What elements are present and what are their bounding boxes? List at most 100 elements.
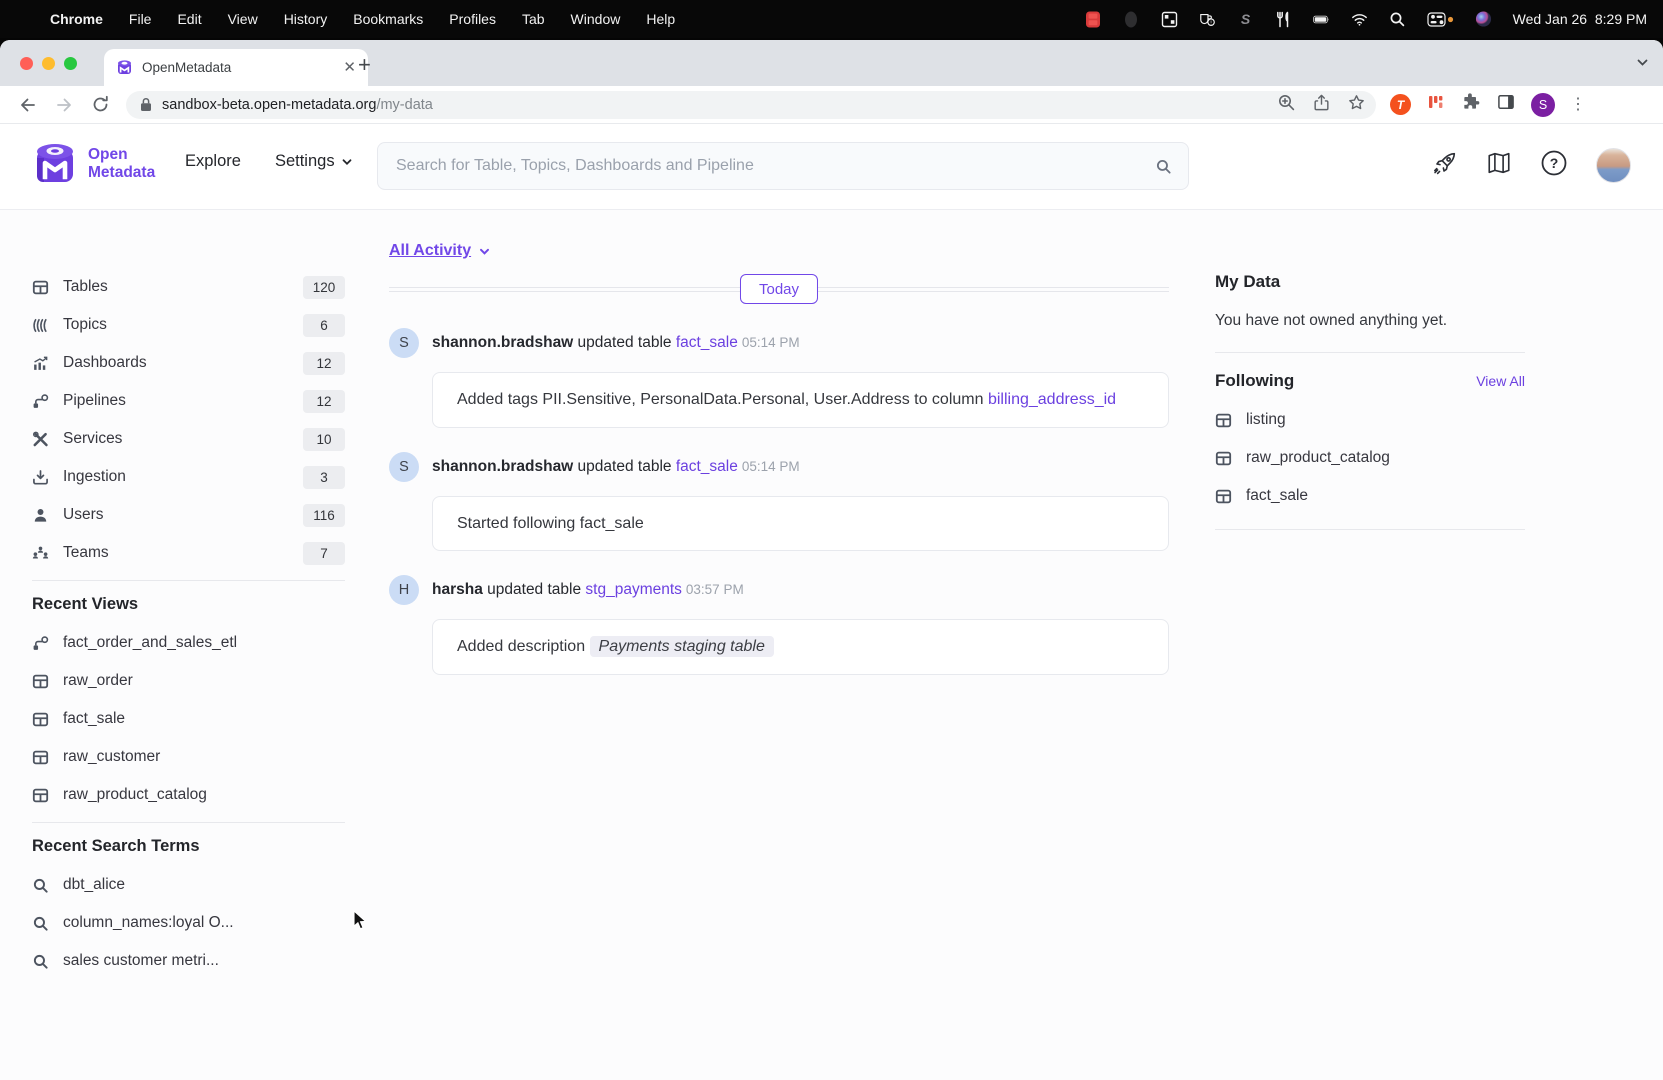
extension-t-icon[interactable]: T bbox=[1390, 94, 1411, 115]
side-panel-icon[interactable] bbox=[1496, 92, 1516, 117]
openmetadata-logo-icon bbox=[32, 141, 78, 187]
mic-status-icon[interactable] bbox=[1123, 11, 1140, 28]
entity-link[interactable]: fact_sale bbox=[676, 458, 738, 475]
feed-item-header: harsha updated table stg_payments03:57 P… bbox=[432, 581, 744, 599]
menu-bookmarks[interactable]: Bookmarks bbox=[353, 11, 423, 27]
browser-window: OpenMetadata ✕ + sandbox-beta.open-metad… bbox=[0, 40, 1663, 1080]
menu-edit[interactable]: Edit bbox=[177, 11, 201, 27]
share-icon[interactable] bbox=[1312, 93, 1331, 117]
back-button[interactable] bbox=[13, 90, 43, 120]
help-icon[interactable]: ? bbox=[1540, 149, 1568, 182]
screen-recorder-icon[interactable] bbox=[1085, 11, 1102, 28]
recent-search-item[interactable]: column_names:loyal O... bbox=[32, 904, 345, 942]
docker-status-icon[interactable]: ! bbox=[1199, 11, 1216, 28]
new-tab-button[interactable]: + bbox=[358, 54, 371, 76]
bookmark-star-icon[interactable] bbox=[1347, 93, 1366, 117]
recent-view-item[interactable]: raw_customer bbox=[32, 738, 345, 776]
recent-search-title: Recent Search Terms bbox=[32, 837, 345, 856]
address-bar[interactable]: sandbox-beta.open-metadata.org/my-data bbox=[126, 91, 1376, 119]
sidebar-item-ingestion[interactable]: Ingestion 3 bbox=[32, 458, 345, 496]
entity-link[interactable]: fact_sale bbox=[676, 334, 738, 351]
user-avatar[interactable] bbox=[1596, 148, 1631, 183]
feed-card[interactable]: Added description Payments staging table bbox=[432, 619, 1169, 675]
menu-view[interactable]: View bbox=[228, 11, 258, 27]
menu-tab[interactable]: Tab bbox=[522, 11, 545, 27]
sidebar-item-label: Users bbox=[63, 506, 103, 524]
browser-tab[interactable]: OpenMetadata ✕ bbox=[104, 49, 368, 86]
recent-views-title: Recent Views bbox=[32, 595, 345, 614]
view-all-link[interactable]: View All bbox=[1476, 373, 1525, 389]
utilities-icon[interactable] bbox=[1275, 11, 1292, 28]
zoom-page-icon[interactable] bbox=[1277, 93, 1296, 117]
recent-view-item[interactable]: fact_sale bbox=[32, 700, 345, 738]
extension-stripes-icon[interactable] bbox=[1426, 92, 1446, 117]
sidebar-item-teams[interactable]: Teams 7 bbox=[32, 534, 345, 572]
reload-button[interactable] bbox=[85, 90, 115, 120]
recent-search-label: dbt_alice bbox=[63, 876, 125, 894]
feed-filter-dropdown[interactable]: All Activity bbox=[389, 240, 1169, 262]
s-app-icon[interactable]: S bbox=[1237, 11, 1254, 28]
feed-card[interactable]: Started following fact_sale bbox=[432, 496, 1169, 552]
recent-view-item[interactable]: raw_product_catalog bbox=[32, 776, 345, 814]
teams-icon bbox=[32, 545, 49, 562]
following-item[interactable]: listing bbox=[1215, 401, 1525, 439]
menu-profiles[interactable]: Profiles bbox=[449, 11, 496, 27]
extensions-puzzle-icon[interactable] bbox=[1461, 92, 1481, 117]
menu-history[interactable]: History bbox=[284, 11, 328, 27]
window-manager-icon[interactable] bbox=[1161, 11, 1178, 28]
table-icon bbox=[32, 711, 49, 728]
battery-icon[interactable] bbox=[1313, 11, 1330, 28]
browser-profile-avatar[interactable]: S bbox=[1531, 93, 1555, 117]
siri-icon[interactable] bbox=[1475, 11, 1492, 28]
following-item[interactable]: raw_product_catalog bbox=[1215, 439, 1525, 477]
right-panel-divider bbox=[1215, 529, 1525, 530]
global-search-input[interactable] bbox=[394, 156, 1155, 176]
avatar[interactable]: S bbox=[389, 328, 419, 358]
following-item[interactable]: fact_sale bbox=[1215, 477, 1525, 515]
sidebar-item-topics[interactable]: Topics 6 bbox=[32, 306, 345, 344]
tab-search-chevron-icon[interactable] bbox=[1636, 56, 1649, 74]
openmetadata-logo[interactable]: Open Metadata bbox=[32, 141, 155, 187]
tour-map-icon[interactable] bbox=[1486, 150, 1512, 181]
control-center-icon[interactable] bbox=[1427, 11, 1454, 28]
url-text[interactable]: sandbox-beta.open-metadata.org/my-data bbox=[162, 97, 433, 113]
count-badge: 10 bbox=[303, 428, 345, 451]
minimize-window-button[interactable] bbox=[42, 57, 55, 70]
nav-settings[interactable]: Settings bbox=[275, 152, 353, 171]
sidebar-item-users[interactable]: Users 116 bbox=[32, 496, 345, 534]
sidebar-item-label: Topics bbox=[63, 316, 107, 334]
column-link[interactable]: billing_address_id bbox=[988, 391, 1116, 408]
whats-new-rocket-icon[interactable] bbox=[1432, 150, 1458, 181]
nav-explore[interactable]: Explore bbox=[185, 152, 241, 171]
forward-button[interactable] bbox=[49, 90, 79, 120]
avatar[interactable]: H bbox=[389, 575, 419, 605]
menubar-clock[interactable]: Wed Jan 26 8:29 PM bbox=[1513, 11, 1647, 27]
sidebar-item-tables[interactable]: Tables 120 bbox=[32, 268, 345, 306]
maximize-window-button[interactable] bbox=[64, 57, 77, 70]
tab-close-icon[interactable]: ✕ bbox=[343, 60, 356, 75]
sidebar-item-services[interactable]: Services 10 bbox=[32, 420, 345, 458]
avatar[interactable]: S bbox=[389, 452, 419, 482]
menu-window[interactable]: Window bbox=[571, 11, 621, 27]
wifi-icon[interactable] bbox=[1351, 11, 1368, 28]
menubar-app-name[interactable]: Chrome bbox=[50, 11, 103, 27]
menu-help[interactable]: Help bbox=[646, 11, 675, 27]
recent-view-item[interactable]: raw_order bbox=[32, 662, 345, 700]
close-window-button[interactable] bbox=[20, 57, 33, 70]
search-icon[interactable] bbox=[1155, 158, 1172, 175]
recent-view-item[interactable]: fact_order_and_sales_etl bbox=[32, 624, 345, 662]
top-nav: Explore Settings bbox=[185, 152, 353, 171]
global-search bbox=[377, 142, 1189, 190]
spotlight-icon[interactable] bbox=[1389, 11, 1406, 28]
sidebar-item-pipelines[interactable]: Pipelines 12 bbox=[32, 382, 345, 420]
menu-file[interactable]: File bbox=[129, 11, 152, 27]
feed-card[interactable]: Added tags PII.Sensitive, PersonalData.P… bbox=[432, 372, 1169, 428]
my-data-empty-text: You have not owned anything yet. bbox=[1215, 312, 1525, 330]
recent-search-item[interactable]: sales customer metri... bbox=[32, 942, 345, 980]
sidebar-item-dashboards[interactable]: Dashboards 12 bbox=[32, 344, 345, 382]
chevron-down-icon bbox=[341, 156, 353, 168]
recent-search-item[interactable]: dbt_alice bbox=[32, 866, 345, 904]
browser-menu-icon[interactable]: ⋮ bbox=[1570, 103, 1576, 107]
entity-link[interactable]: stg_payments bbox=[585, 581, 682, 598]
right-panel-divider bbox=[1215, 352, 1525, 353]
